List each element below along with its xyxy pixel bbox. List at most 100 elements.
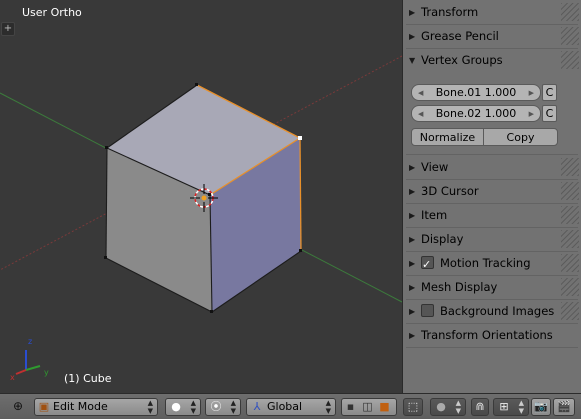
dropdown-arrows-icon: ▲ ▼ bbox=[325, 399, 331, 415]
mode-dropdown[interactable]: ▣ Edit Mode ▲ ▼ bbox=[34, 398, 158, 416]
panel-label: Transform bbox=[421, 5, 479, 19]
panel-mesh-display[interactable]: ▶ Mesh Display bbox=[409, 276, 561, 298]
snap-element-dropdown[interactable]: ⊞ ▲ ▼ bbox=[493, 398, 529, 416]
dropdown-arrows-icon: ▲ ▼ bbox=[190, 399, 196, 415]
add-region-icon[interactable]: + bbox=[1, 22, 15, 36]
pivot-point-dropdown[interactable]: ⦿ ▲ ▼ bbox=[205, 398, 241, 416]
collapsed-icon: ▶ bbox=[409, 211, 416, 220]
expanded-icon: ▼ bbox=[409, 56, 416, 65]
vertex-group-weight-field[interactable]: ◀ Bone.01 1.000 ▶ bbox=[411, 84, 541, 101]
drag-grip-icon[interactable] bbox=[561, 230, 579, 248]
panel-label: Display bbox=[421, 232, 464, 246]
panel-background-images[interactable]: ▶ Background Images bbox=[409, 300, 561, 322]
snap-increment-icon: ⊞ bbox=[499, 400, 509, 413]
drag-grip-icon[interactable] bbox=[561, 27, 579, 45]
vertex-group-copy-button[interactable]: C bbox=[542, 105, 557, 122]
edit-mode-icon: ▣ bbox=[38, 400, 50, 413]
vertex-group-copy-button[interactable]: C bbox=[542, 84, 557, 101]
viewport-canvas[interactable]: z y x bbox=[0, 0, 402, 393]
3d-viewport[interactable]: z y x User Ortho + (1) Cube bbox=[0, 0, 402, 393]
panel-item[interactable]: ▶ Item bbox=[409, 204, 561, 226]
vertex-group-label: Bone.02 1.000 bbox=[435, 107, 517, 120]
drag-grip-icon[interactable] bbox=[561, 158, 579, 176]
collapsed-icon: ▶ bbox=[409, 235, 416, 244]
collapsed-icon: ▶ bbox=[409, 32, 416, 41]
selected-vertex[interactable] bbox=[298, 136, 302, 140]
edge-select-icon[interactable]: ◫ bbox=[359, 399, 376, 415]
panel-view[interactable]: ▶ View bbox=[409, 156, 561, 178]
drag-grip-icon[interactable] bbox=[561, 206, 579, 224]
panel-label: Grease Pencil bbox=[421, 29, 499, 43]
decrement-arrow-icon[interactable]: ◀ bbox=[418, 106, 423, 122]
active-object-label: (1) Cube bbox=[64, 372, 112, 385]
render-animation-icon[interactable]: 🎬 bbox=[553, 398, 575, 416]
view-title: User Ortho bbox=[22, 6, 82, 19]
panel-label: 3D Cursor bbox=[421, 184, 479, 198]
drag-grip-icon[interactable] bbox=[561, 3, 579, 21]
vertex-group-row: ◀ Bone.01 1.000 ▶ C bbox=[411, 84, 559, 102]
viewport-shading-dropdown[interactable]: ● ▲ ▼ bbox=[165, 398, 201, 416]
vertex-group-actions: Normalize Copy bbox=[411, 128, 558, 146]
panel-motion-tracking[interactable]: ▶ Motion Tracking bbox=[409, 252, 561, 276]
render-still-icon[interactable]: 📷 bbox=[531, 398, 551, 416]
panel-label: Transform Orientations bbox=[421, 328, 553, 342]
orientation-label: Global bbox=[267, 400, 303, 413]
increment-arrow-icon[interactable]: ▶ bbox=[529, 106, 534, 122]
manipulator-icon: ⅄ bbox=[253, 400, 261, 413]
3d-view-header: ⊕ ▣ Edit Mode ▲ ▼ ● ▲ ▼ ⦿ ▲ ▼ ⅄ Global ▲ ▼ ▪ ◫ ■… bbox=[0, 393, 581, 419]
motion-tracking-checkbox[interactable] bbox=[421, 254, 434, 276]
transform-orientation-dropdown[interactable]: ⅄ Global ▲ ▼ bbox=[246, 398, 336, 416]
panel-transform[interactable]: ▶ Transform bbox=[409, 1, 561, 23]
proportional-icon: ● bbox=[436, 400, 446, 413]
drag-grip-icon[interactable] bbox=[561, 254, 579, 272]
divider bbox=[406, 347, 578, 348]
svg-text:y: y bbox=[44, 368, 49, 377]
panel-label: Vertex Groups bbox=[421, 53, 503, 67]
dropdown-arrows-icon: ▲ ▼ bbox=[518, 399, 524, 415]
vertex-select-icon[interactable]: ▪ bbox=[342, 399, 359, 415]
dropdown-arrows-icon: ▲ ▼ bbox=[230, 399, 236, 415]
properties-panel[interactable]: ▶ Transform ▶ Grease Pencil ▼ Vertex Groups… bbox=[402, 0, 581, 393]
vertex-group-list: ◀ Bone.01 1.000 ▶ C ◀ Bone.02 1.000 ▶ C bbox=[411, 84, 559, 126]
svg-text:x: x bbox=[10, 373, 15, 382]
collapsed-icon: ▶ bbox=[409, 163, 416, 172]
panel-label: View bbox=[421, 160, 449, 174]
select-mode-buttons: ▪ ◫ ■ bbox=[341, 398, 397, 416]
collapsed-icon: ▶ bbox=[409, 331, 416, 340]
collapsed-icon: ▶ bbox=[409, 283, 416, 292]
panel-transform-orientations[interactable]: ▶ Transform Orientations bbox=[409, 324, 579, 346]
collapsed-icon: ▶ bbox=[409, 8, 416, 17]
vertex-group-weight-field[interactable]: ◀ Bone.02 1.000 ▶ bbox=[411, 105, 541, 122]
drag-grip-icon[interactable] bbox=[561, 278, 579, 296]
pivot-icon: ⦿ bbox=[210, 400, 222, 413]
drag-grip-icon[interactable] bbox=[561, 302, 579, 320]
drag-grip-icon[interactable] bbox=[561, 182, 579, 200]
panel-grease-pencil[interactable]: ▶ Grease Pencil bbox=[409, 25, 561, 47]
mode-label: Edit Mode bbox=[53, 400, 108, 413]
vertex-group-row: ◀ Bone.02 1.000 ▶ C bbox=[411, 105, 559, 123]
snap-toggle-icon[interactable]: ⋒ bbox=[471, 398, 489, 416]
face-select-icon[interactable]: ■ bbox=[376, 399, 393, 415]
panel-3d-cursor[interactable]: ▶ 3D Cursor bbox=[409, 180, 561, 202]
proportional-edit-dropdown[interactable]: ● ▲ ▼ bbox=[430, 398, 466, 416]
divider bbox=[406, 154, 578, 155]
background-images-checkbox[interactable] bbox=[421, 304, 434, 317]
decrement-arrow-icon[interactable]: ◀ bbox=[418, 85, 423, 101]
normalize-button[interactable]: Normalize bbox=[411, 128, 484, 146]
panel-label: Background Images bbox=[440, 304, 555, 318]
collapsed-icon: ▶ bbox=[409, 307, 416, 316]
panel-label: Mesh Display bbox=[421, 280, 498, 294]
panel-display[interactable]: ▶ Display bbox=[409, 228, 561, 250]
increment-arrow-icon[interactable]: ▶ bbox=[529, 85, 534, 101]
panel-vertex-groups[interactable]: ▼ Vertex Groups bbox=[409, 49, 561, 71]
axis-gizmo: z y x bbox=[10, 337, 49, 382]
collapsed-icon: ▶ bbox=[409, 187, 416, 196]
copy-button[interactable]: Copy bbox=[483, 128, 558, 146]
editor-type-icon[interactable]: ⊕ bbox=[8, 398, 28, 416]
drag-grip-icon[interactable] bbox=[561, 51, 579, 69]
dropdown-arrows-icon: ▲ ▼ bbox=[147, 399, 153, 415]
svg-text:z: z bbox=[28, 337, 32, 346]
vertex-group-label: Bone.01 1.000 bbox=[435, 86, 517, 99]
occlude-geometry-icon[interactable]: ⬚ bbox=[403, 398, 423, 416]
solid-shading-icon: ● bbox=[171, 400, 181, 413]
